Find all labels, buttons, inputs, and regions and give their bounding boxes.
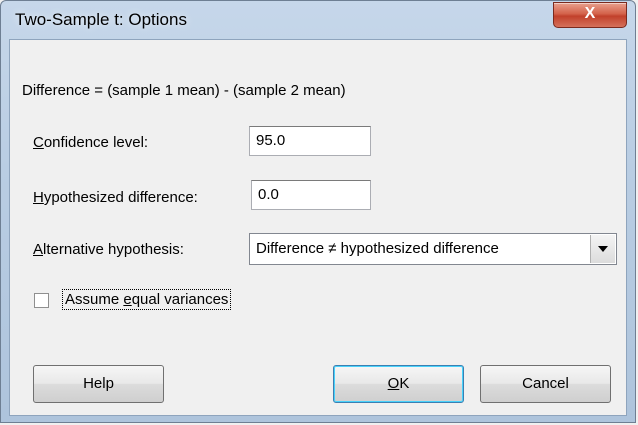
equal-variances-label-pre: Assume — [65, 291, 124, 308]
equal-variances-accel: e — [123, 291, 132, 308]
equal-variances-checkbox[interactable] — [34, 293, 49, 308]
ok-label-rest: K — [399, 375, 410, 392]
title-bar[interactable]: Two-Sample t: Options X — [1, 1, 635, 39]
cancel-button[interactable]: Cancel — [480, 365, 611, 403]
alternative-hypothesis-select[interactable]: Difference ≠ hypothesized difference — [249, 233, 617, 265]
alternative-hypothesis-label: Alternative hypothesis: — [33, 241, 184, 258]
help-button[interactable]: Help — [33, 365, 164, 403]
alternative-hypothesis-label-text: lternative hypothesis: — [43, 241, 184, 258]
confidence-level-input[interactable]: 95.0 — [249, 126, 371, 156]
equal-variances-label[interactable]: Assume equal variances — [62, 289, 232, 310]
hypothesized-difference-input[interactable]: 0.0 — [251, 180, 371, 210]
hypothesized-difference-label-text: ypothesized difference: — [43, 189, 198, 206]
hypothesized-difference-accel: H — [33, 189, 44, 206]
confidence-level-accel: C — [33, 134, 44, 151]
chevron-down-icon[interactable] — [590, 235, 615, 263]
confidence-level-label-text: onfidence level: — [43, 134, 149, 151]
dialog-title: Two-Sample t: Options — [15, 10, 187, 29]
dialog-window: Two-Sample t: Options X Difference = (sa… — [0, 0, 636, 423]
equal-variances-label-rest: qual variances — [131, 291, 229, 308]
alternative-hypothesis-value: Difference ≠ hypothesized difference — [256, 240, 499, 257]
alternative-hypothesis-accel: A — [33, 241, 44, 258]
hypothesized-difference-label: Hypothesized difference: — [33, 189, 198, 206]
ok-accel: O — [387, 375, 400, 392]
close-icon: X — [584, 5, 596, 22]
confidence-level-label: Confidence level: — [33, 134, 148, 151]
ok-button[interactable]: OK — [333, 365, 464, 403]
dialog-client-area: Difference = (sample 1 mean) - (sample 2… — [9, 39, 627, 416]
difference-definition-text: Difference = (sample 1 mean) - (sample 2… — [22, 82, 346, 99]
close-button[interactable]: X — [553, 2, 627, 28]
